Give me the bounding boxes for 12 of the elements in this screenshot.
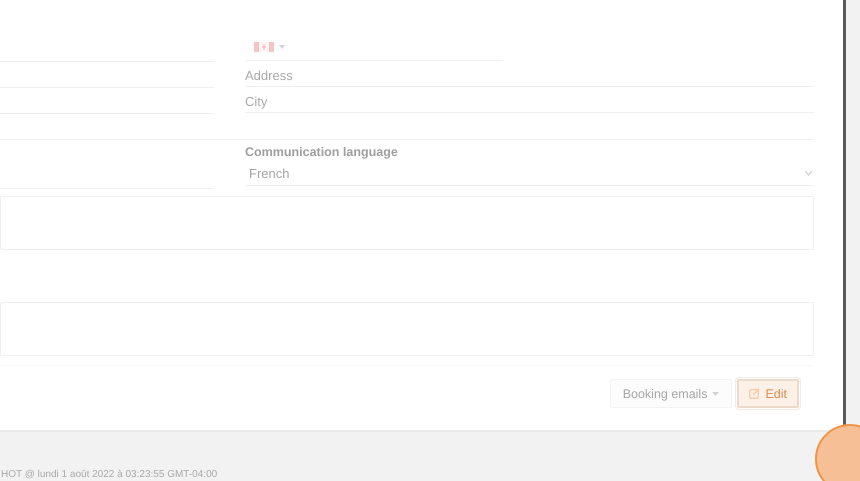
edit-button[interactable]: Edit <box>737 379 799 408</box>
chevron-icon <box>804 170 813 176</box>
caret-icon <box>279 45 285 49</box>
address-field[interactable]: Address <box>245 61 814 87</box>
city-field[interactable]: City <box>245 87 814 113</box>
edit-icon <box>749 388 760 399</box>
booking-emails-button[interactable]: Booking emails <box>610 379 732 408</box>
flag-icon <box>254 42 275 52</box>
language-select[interactable]: French <box>245 161 814 186</box>
footer-text: HOT @ lundi 1 août 2022 à 03:23:55 GMT-04:00 <box>1 469 218 480</box>
field-label: Communication language <box>245 144 399 161</box>
caret-icon <box>712 392 720 396</box>
